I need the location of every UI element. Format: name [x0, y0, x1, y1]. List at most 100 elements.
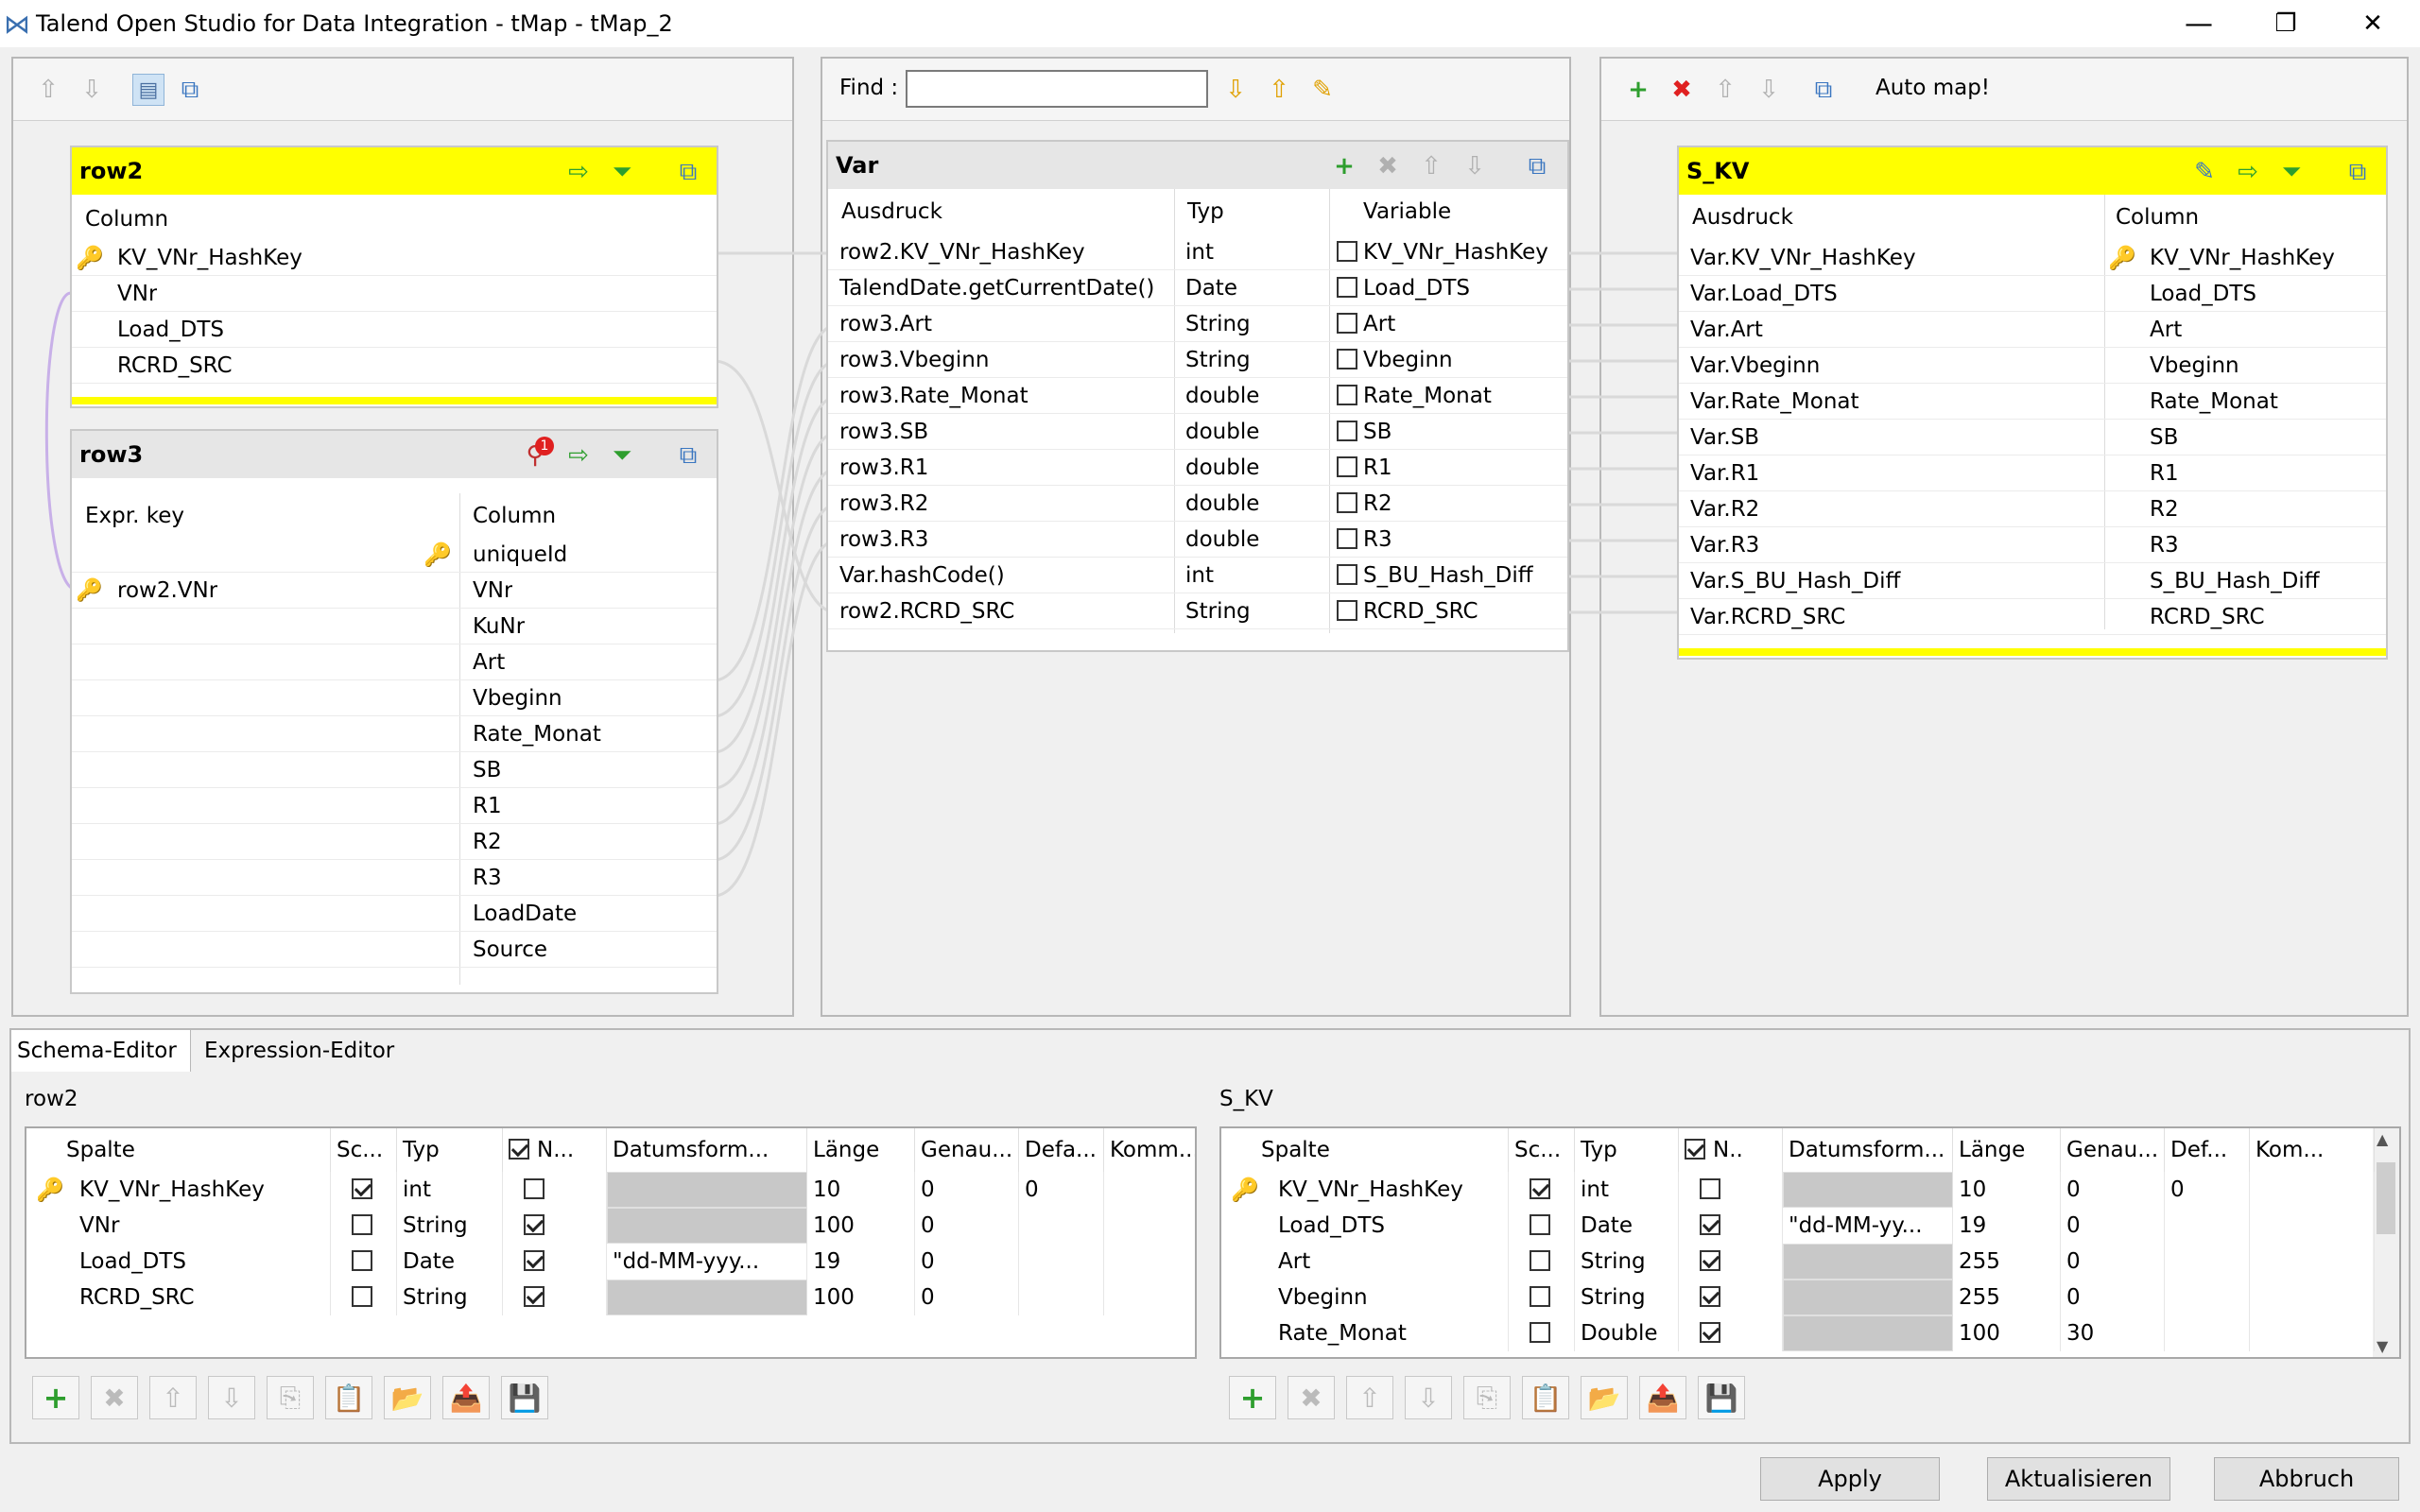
- table-row[interactable]: Var.Art Art: [1679, 312, 2386, 348]
- column-header[interactable]: Länge: [807, 1128, 915, 1172]
- type-cell[interactable]: String: [1575, 1280, 1679, 1315]
- type-cell[interactable]: String: [1575, 1244, 1679, 1280]
- variable[interactable]: S_BU_Hash_Diff: [1363, 558, 1533, 593]
- date-format-cell[interactable]: [1783, 1315, 1953, 1351]
- len-cell[interactable]: 255: [1953, 1280, 2061, 1315]
- key-checkbox[interactable]: [1509, 1280, 1575, 1315]
- nullable-checkbox[interactable]: [503, 1208, 607, 1244]
- table-row[interactable]: LoadDate: [72, 896, 717, 932]
- def-cell[interactable]: [2165, 1315, 2250, 1351]
- variable[interactable]: Art: [1363, 306, 1395, 342]
- table-row[interactable]: row2.RCRD_SRC String RCRD_SRC: [828, 593, 1567, 629]
- move-down-icon[interactable]: ⇩: [76, 74, 108, 106]
- column-header[interactable]: Defa...: [1019, 1128, 1104, 1172]
- table-row[interactable]: row3.Art String Art: [828, 306, 1567, 342]
- minimize-all-icon[interactable]: ⧉: [174, 74, 206, 106]
- column-header[interactable]: Datumsform...: [1783, 1128, 1953, 1172]
- expression[interactable]: row3.Art: [839, 306, 1170, 342]
- checkbox[interactable]: [1337, 486, 1357, 522]
- move-up-icon[interactable]: ⇧: [1346, 1376, 1393, 1419]
- variable[interactable]: R3: [1363, 522, 1392, 558]
- add-filter-icon[interactable]: ⇨: [563, 157, 594, 187]
- expression[interactable]: row3.R1: [839, 450, 1170, 486]
- table-row[interactable]: Var.Load_DTS Load_DTS: [1679, 276, 2386, 312]
- move-up-icon[interactable]: ⇧: [149, 1376, 197, 1419]
- len-cell[interactable]: 100: [1953, 1315, 2061, 1351]
- variable[interactable]: RCRD_SRC: [1363, 593, 1478, 629]
- key-checkbox[interactable]: [331, 1172, 397, 1208]
- find-highlight-icon[interactable]: ✎: [1306, 74, 1339, 106]
- type[interactable]: double: [1185, 522, 1259, 558]
- def-cell[interactable]: [1019, 1244, 1104, 1280]
- table-row[interactable]: row3.R2 double R2: [828, 486, 1567, 522]
- checkbox[interactable]: [1337, 558, 1357, 593]
- comment-cell[interactable]: [2250, 1280, 2375, 1315]
- prec-cell[interactable]: 0: [2061, 1172, 2165, 1208]
- key-checkbox[interactable]: [331, 1208, 397, 1244]
- copy-icon[interactable]: ⎘: [267, 1376, 314, 1419]
- nullable-all-checkbox[interactable]: [1685, 1138, 1705, 1160]
- checkbox[interactable]: [1337, 450, 1357, 486]
- filter-icon[interactable]: ⏷: [2276, 157, 2307, 187]
- remove-row-icon[interactable]: ✖: [91, 1376, 138, 1419]
- minimize-icon[interactable]: ⧉: [673, 157, 703, 187]
- minimize-icon[interactable]: ⧉: [1522, 151, 1552, 181]
- expression[interactable]: Var.R1: [1690, 455, 2097, 491]
- nullable-all-checkbox[interactable]: [509, 1138, 529, 1160]
- table-row[interactable]: KuNr: [72, 609, 717, 644]
- table-row[interactable]: Rate_Monat: [72, 716, 717, 752]
- table-row[interactable]: 🔑 KV_VNr_HashKey int 10 0 0: [1221, 1172, 2399, 1208]
- paste-icon[interactable]: 📋: [325, 1376, 372, 1419]
- cancel-button[interactable]: Abbruch: [2214, 1457, 2399, 1501]
- import-icon[interactable]: 📂: [1581, 1376, 1628, 1419]
- move-down-icon[interactable]: ⇩: [208, 1376, 255, 1419]
- name-cell[interactable]: Load_DTS: [1221, 1208, 1509, 1244]
- prec-cell[interactable]: 0: [915, 1172, 1019, 1208]
- column-header[interactable]: Spalte: [26, 1128, 331, 1172]
- expression[interactable]: Var.S_BU_Hash_Diff: [1690, 563, 2097, 599]
- table-row[interactable]: Var.R1 R1: [1679, 455, 2386, 491]
- apply-button[interactable]: Apply: [1760, 1457, 1940, 1501]
- table-row[interactable]: RCRD_SRC: [72, 348, 717, 384]
- table-row[interactable]: row2.KV_VNr_HashKey int KV_VNr_HashKey: [828, 234, 1567, 270]
- type[interactable]: String: [1185, 306, 1251, 342]
- column-header[interactable]: Def...: [2165, 1128, 2250, 1172]
- table-row[interactable]: Load_DTS Date "dd-MM-yy... 19 0: [1221, 1208, 2399, 1244]
- nullable-checkbox[interactable]: [1679, 1315, 1783, 1351]
- table-row[interactable]: row3.Rate_Monat double Rate_Monat: [828, 378, 1567, 414]
- type[interactable]: double: [1185, 414, 1259, 450]
- type-cell[interactable]: Date: [1575, 1208, 1679, 1244]
- column-header[interactable]: Typ: [397, 1128, 503, 1172]
- type[interactable]: double: [1185, 378, 1259, 414]
- export-icon[interactable]: 📤: [442, 1376, 490, 1419]
- prec-cell[interactable]: 0: [2061, 1280, 2165, 1315]
- len-cell[interactable]: 100: [807, 1208, 915, 1244]
- column-header[interactable]: Komm...: [1104, 1128, 1195, 1172]
- date-format-cell[interactable]: "dd-MM-yyy...: [607, 1244, 807, 1280]
- key-checkbox[interactable]: [331, 1244, 397, 1280]
- nullable-checkbox[interactable]: [503, 1172, 607, 1208]
- checkbox[interactable]: [1337, 593, 1357, 629]
- type[interactable]: String: [1185, 342, 1251, 378]
- table-row[interactable]: Load_DTS: [72, 312, 717, 348]
- column-header[interactable]: Sc...: [331, 1128, 397, 1172]
- table-row[interactable]: Vbeginn: [72, 680, 717, 716]
- expression[interactable]: row2.KV_VNr_HashKey: [839, 234, 1170, 270]
- remove-row-icon[interactable]: ✖: [1288, 1376, 1335, 1419]
- minimize-icon[interactable]: ⧉: [673, 440, 703, 471]
- comment-cell[interactable]: [2250, 1315, 2375, 1351]
- move-down-icon[interactable]: ⇩: [1753, 74, 1785, 106]
- move-up-icon[interactable]: ⇧: [32, 74, 64, 106]
- table-row[interactable]: VNr: [72, 276, 717, 312]
- expression[interactable]: row3.R3: [839, 522, 1170, 558]
- table-row[interactable]: Source: [72, 932, 717, 968]
- nullable-checkbox[interactable]: [503, 1280, 607, 1315]
- remove-var-icon[interactable]: ✖: [1373, 151, 1403, 181]
- def-cell[interactable]: [2165, 1208, 2250, 1244]
- type-cell[interactable]: int: [1575, 1172, 1679, 1208]
- type[interactable]: String: [1185, 593, 1251, 629]
- expression[interactable]: Var.Vbeginn: [1690, 348, 2097, 384]
- def-cell[interactable]: [2165, 1244, 2250, 1280]
- find-next-icon[interactable]: ⇩: [1219, 74, 1252, 106]
- save-icon[interactable]: 💾: [501, 1376, 548, 1419]
